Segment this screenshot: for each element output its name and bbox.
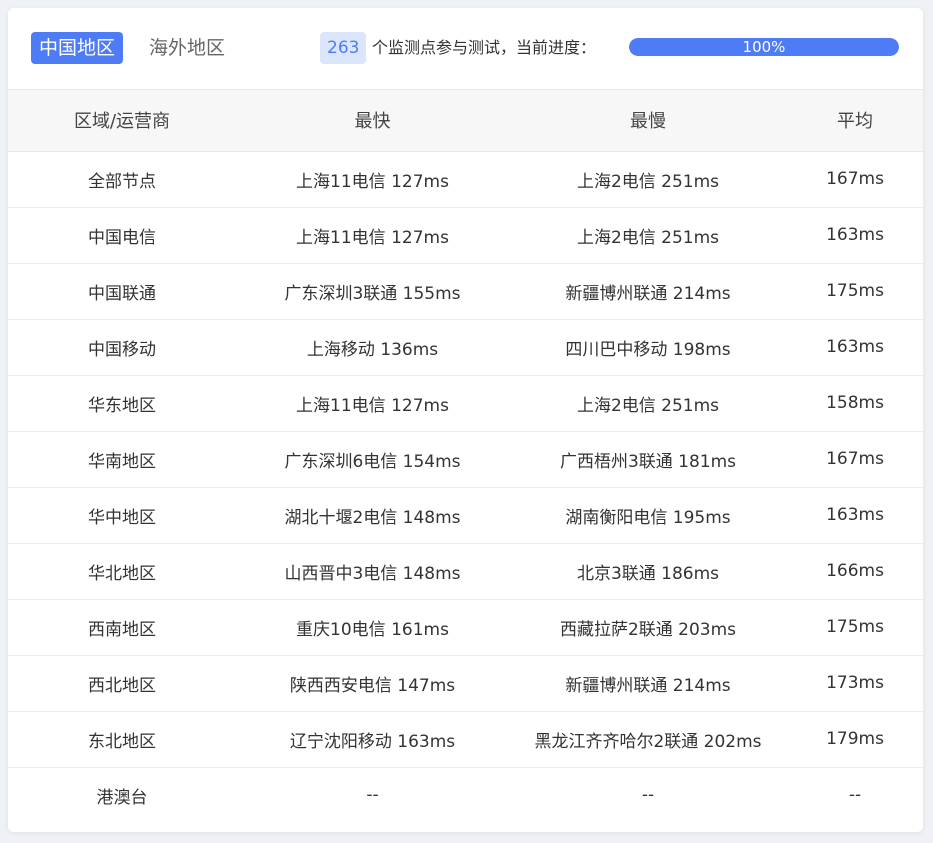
cell-fastest: 上海11电信 127ms	[236, 207, 509, 264]
table-row: 西北地区 陕西西安电信 147ms 新疆博州联通 214ms 173ms	[8, 655, 923, 712]
cell-fastest: 广东深圳3联通 155ms	[236, 263, 509, 320]
cell-fastest: 上海移动 136ms	[236, 319, 509, 376]
node-count-badge: 263	[320, 32, 367, 64]
table-header-row: 区域/运营商 最快 最慢 平均	[8, 90, 923, 152]
cell-slowest: 西藏拉萨2联通 203ms	[509, 599, 787, 656]
cell-fastest: 上海11电信 127ms	[236, 151, 509, 208]
cell-slowest: 新疆博州联通 214ms	[509, 263, 787, 320]
cell-slowest: 新疆博州联通 214ms	[509, 655, 787, 712]
cell-region: 华南地区	[8, 431, 236, 488]
cell-slowest: 上海2电信 251ms	[509, 207, 787, 264]
cell-slowest: 上海2电信 251ms	[509, 375, 787, 432]
cell-average: 167ms	[787, 151, 923, 208]
cell-average: --	[848, 785, 862, 806]
cell-fastest: 广东深圳6电信 154ms	[236, 431, 509, 488]
cell-average: 179ms	[787, 711, 923, 768]
cell-fastest: 湖北十堰2电信 148ms	[236, 487, 509, 544]
cell-average: 158ms	[787, 375, 923, 432]
table-row: 华北地区 山西晋中3电信 148ms 北京3联通 186ms 166ms	[8, 543, 923, 600]
cell-fastest: 山西晋中3电信 148ms	[236, 543, 509, 600]
cell-average: 163ms	[787, 319, 923, 376]
table-row: 中国移动 上海移动 136ms 四川巴中移动 198ms 163ms	[8, 319, 923, 376]
cell-fastest: 辽宁沈阳移动 163ms	[236, 711, 509, 768]
tab-overseas[interactable]: 海外地区	[141, 32, 233, 64]
table-row: 港澳台 -- -- --	[8, 767, 923, 823]
table-row: 西南地区 重庆10电信 161ms 西藏拉萨2联通 203ms 175ms	[8, 599, 923, 656]
cell-average: 163ms	[787, 207, 923, 264]
header-slowest: 最慢	[509, 90, 787, 152]
cell-fastest: 重庆10电信 161ms	[236, 599, 509, 656]
cell-slowest: 湖南衡阳电信 195ms	[509, 487, 787, 544]
cell-average: 175ms	[787, 263, 923, 320]
results-table: 区域/运营商 最快 最慢 平均 全部节点 上海11电信 127ms 上海2电信 25…	[8, 90, 923, 823]
cell-region: 全部节点	[8, 151, 236, 208]
cell-region: 中国电信	[8, 207, 236, 264]
cell-region: 西北地区	[8, 655, 236, 712]
header-fastest: 最快	[236, 90, 509, 152]
cell-fastest: --	[366, 785, 379, 806]
table-row: 中国电信 上海11电信 127ms 上海2电信 251ms 163ms	[8, 207, 923, 264]
cell-slowest: 广西梧州3联通 181ms	[509, 431, 787, 488]
cell-average: 173ms	[787, 655, 923, 712]
cell-region: 中国联通	[8, 263, 236, 320]
header-average: 平均	[787, 90, 923, 152]
progress-label: 100%	[742, 38, 786, 56]
progress-bar: 100%	[629, 38, 899, 56]
results-card: 中国地区 海外地区 263 个监测点参与测试，当前进度： 100% 区域/运营商…	[8, 8, 923, 832]
cell-region: 东北地区	[8, 711, 236, 768]
table-row: 华南地区 广东深圳6电信 154ms 广西梧州3联通 181ms 167ms	[8, 431, 923, 488]
cell-slowest: 黑龙江齐齐哈尔2联通 202ms	[509, 711, 787, 768]
table-row: 中国联通 广东深圳3联通 155ms 新疆博州联通 214ms 175ms	[8, 263, 923, 320]
cell-fastest: 陕西西安电信 147ms	[236, 655, 509, 712]
tab-domestic[interactable]: 中国地区	[31, 32, 124, 64]
top-bar: 中国地区 海外地区 263 个监测点参与测试，当前进度： 100%	[8, 8, 923, 90]
cell-region: 华北地区	[8, 543, 236, 600]
cell-slowest: --	[641, 785, 655, 806]
table-row: 华中地区 湖北十堰2电信 148ms 湖南衡阳电信 195ms 163ms	[8, 487, 923, 544]
cell-average: 167ms	[787, 431, 923, 488]
table-body: 全部节点 上海11电信 127ms 上海2电信 251ms 167ms 中国电信 上海11…	[8, 151, 923, 823]
table-row: 华东地区 上海11电信 127ms 上海2电信 251ms 158ms	[8, 375, 923, 432]
cell-slowest: 四川巴中移动 198ms	[509, 319, 787, 376]
table-row: 东北地区 辽宁沈阳移动 163ms 黑龙江齐齐哈尔2联通 202ms 179ms	[8, 711, 923, 768]
progress-caption: 个监测点参与测试，当前进度：	[372, 38, 597, 57]
cell-average: 163ms	[787, 487, 923, 544]
cell-average: 166ms	[787, 543, 923, 600]
header-region: 区域/运营商	[8, 90, 236, 152]
cell-slowest: 上海2电信 251ms	[509, 151, 787, 208]
cell-region: 中国移动	[8, 319, 236, 376]
cell-region: 港澳台	[96, 787, 148, 808]
cell-region: 华中地区	[8, 487, 236, 544]
cell-region: 华东地区	[8, 375, 236, 432]
table-row: 全部节点 上海11电信 127ms 上海2电信 251ms 167ms	[8, 151, 923, 208]
cell-average: 175ms	[787, 599, 923, 656]
cell-slowest: 北京3联通 186ms	[509, 543, 787, 600]
cell-region: 西南地区	[8, 599, 236, 656]
cell-fastest: 上海11电信 127ms	[236, 375, 509, 432]
